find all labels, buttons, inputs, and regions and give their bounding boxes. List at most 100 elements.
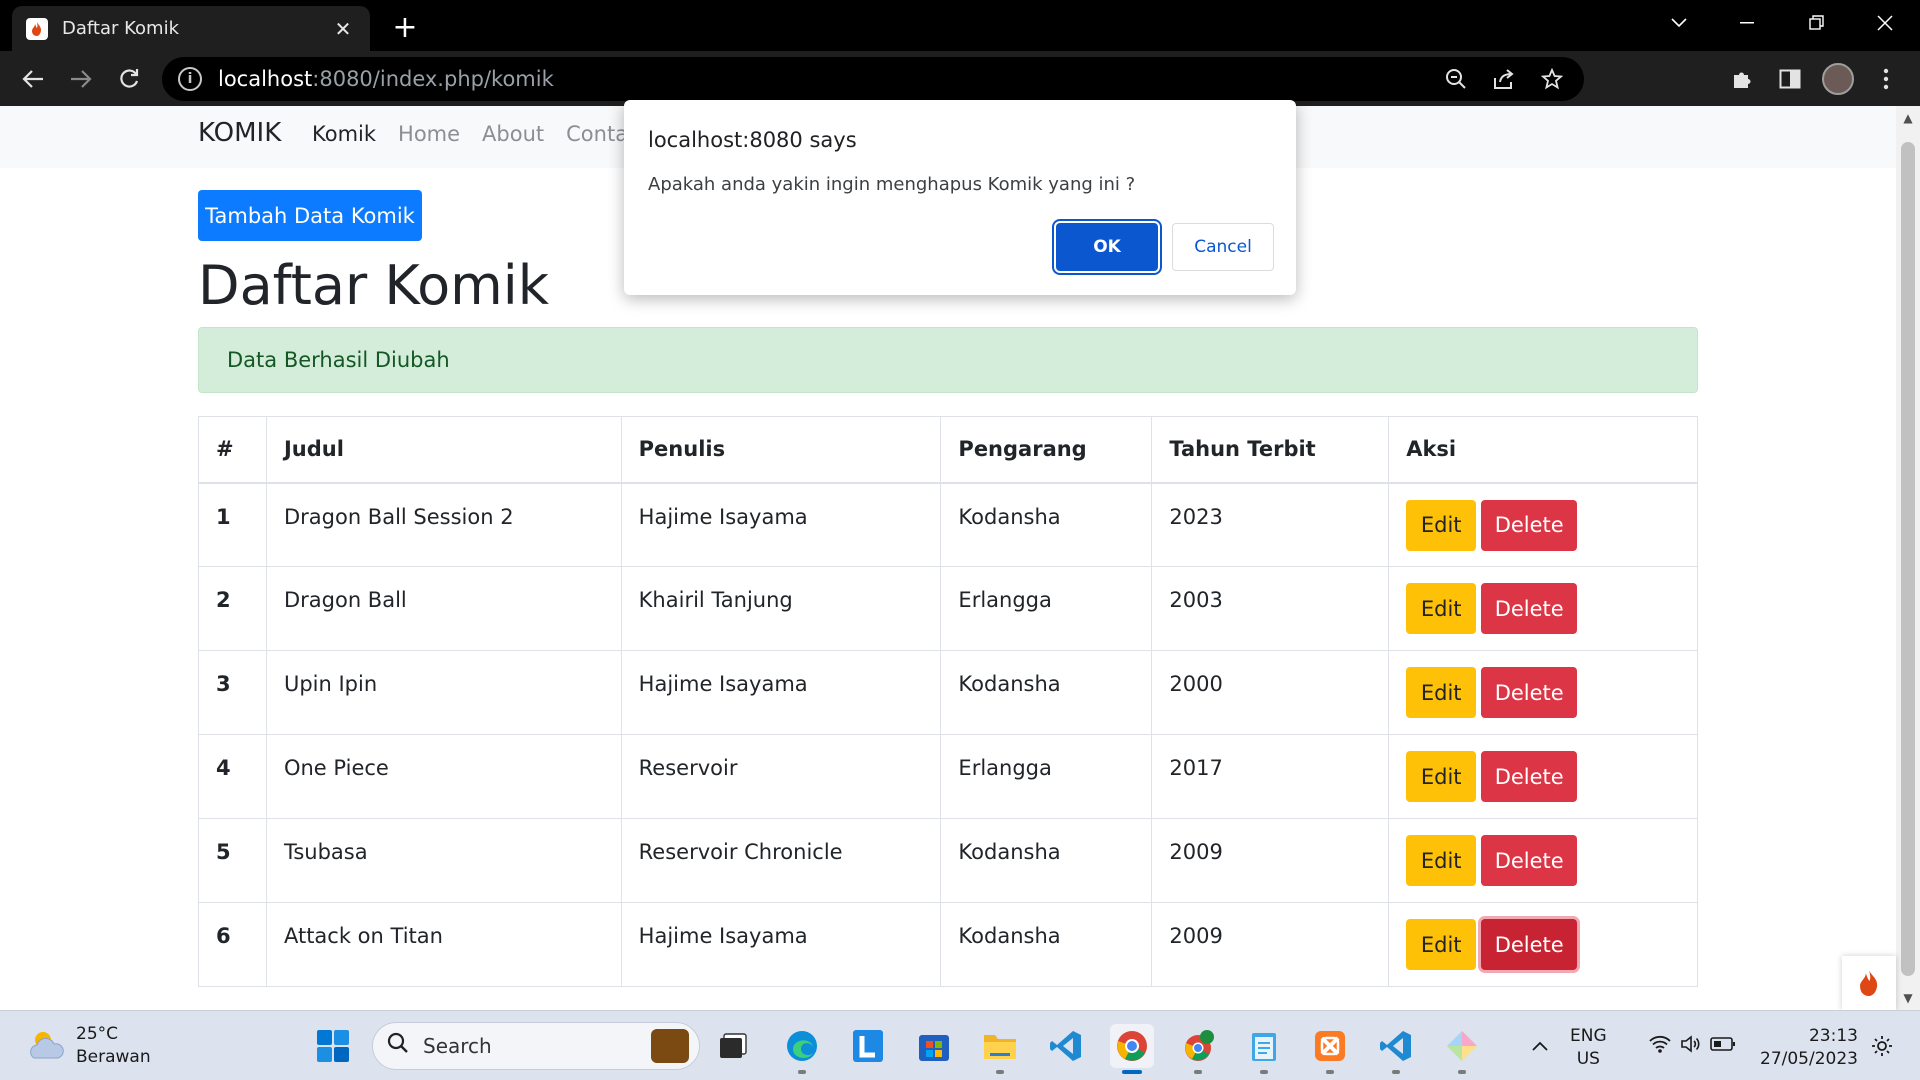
- vscode-second-icon[interactable]: [1374, 1024, 1418, 1074]
- row-tahun: 2017: [1151, 734, 1390, 819]
- delete-button[interactable]: Delete: [1481, 499, 1578, 551]
- microsoft-store-icon[interactable]: [912, 1024, 956, 1068]
- dialog-cancel-button[interactable]: Cancel: [1172, 223, 1274, 271]
- tray-overflow-chevron-icon[interactable]: [1518, 1024, 1562, 1068]
- row-pengarang: Kodansha: [940, 818, 1153, 903]
- file-explorer-icon[interactable]: [978, 1024, 1022, 1074]
- row-pengarang: Kodansha: [940, 650, 1153, 735]
- input-language-indicator[interactable]: ENG US: [1570, 1025, 1607, 1071]
- browser-toolbar: i localhost:8080/index.php/komik: [0, 51, 1920, 106]
- extensions-puzzle-icon[interactable]: [1722, 60, 1762, 98]
- windows-start-icon[interactable]: [311, 1024, 355, 1068]
- side-panel-icon[interactable]: [1770, 60, 1810, 98]
- delete-button[interactable]: Delete: [1481, 835, 1578, 886]
- row-penulis: Hajime Isayama: [620, 902, 942, 987]
- weather-condition: Berawan: [76, 1047, 151, 1067]
- edit-button[interactable]: Edit: [1406, 667, 1477, 718]
- delete-button[interactable]: Delete: [1481, 667, 1578, 718]
- browser-menu-kebab-icon[interactable]: [1866, 60, 1906, 98]
- row-number: 6: [198, 902, 267, 987]
- row-judul: Tsubasa: [265, 818, 622, 903]
- tab-search-chevron-icon[interactable]: [1656, 6, 1702, 40]
- windows-taskbar: 25°C Berawan Search ENG US 23:13 27/05/2…: [0, 1010, 1920, 1080]
- weather-widget[interactable]: 25°C Berawan: [26, 1023, 151, 1069]
- chrome-browser-icon-active[interactable]: [1110, 1024, 1154, 1074]
- clock-time: 23:13: [1808, 1026, 1858, 1046]
- share-icon[interactable]: [1480, 60, 1528, 98]
- table-row: 2 Dragon Ball Khairil Tanjung Erlangga 2…: [198, 566, 1698, 651]
- forward-arrow-icon[interactable]: [62, 60, 100, 98]
- profile-avatar[interactable]: [1818, 60, 1858, 98]
- row-judul: Upin Ipin: [265, 650, 622, 735]
- edit-button[interactable]: Edit: [1406, 583, 1477, 634]
- delete-button[interactable]: Delete: [1481, 751, 1578, 802]
- notifications-settings-icon[interactable]: [1860, 1024, 1904, 1068]
- nav-link-komik[interactable]: Komik: [312, 122, 376, 146]
- battery-icon: [1710, 1036, 1736, 1056]
- row-tahun: 2009: [1151, 902, 1390, 987]
- bookmark-star-icon[interactable]: [1528, 60, 1576, 98]
- edge-browser-icon[interactable]: [780, 1024, 824, 1074]
- clock[interactable]: 23:13 27/05/2023: [1760, 1025, 1858, 1071]
- scroll-up-arrow-icon[interactable]: ▲: [1896, 106, 1920, 130]
- vscode-icon[interactable]: [1044, 1024, 1088, 1068]
- address-url[interactable]: localhost:8080/index.php/komik: [218, 67, 554, 91]
- table-row: 3 Upin Ipin Hajime Isayama Kodansha 2000…: [198, 650, 1698, 735]
- add-comic-button[interactable]: Tambah Data Komik: [198, 190, 422, 241]
- address-bar[interactable]: i localhost:8080/index.php/komik: [162, 57, 1584, 101]
- zoom-magnifier-icon[interactable]: [1432, 60, 1480, 98]
- codeigniter-debug-toolbar-icon[interactable]: [1842, 956, 1896, 1010]
- row-pengarang: Kodansha: [940, 902, 1153, 987]
- table-row: 6 Attack on Titan Hajime Isayama Kodansh…: [198, 902, 1698, 987]
- delete-button[interactable]: Delete: [1481, 583, 1578, 634]
- dialog-ok-button[interactable]: OK: [1056, 223, 1158, 271]
- delete-button-focused[interactable]: Delete: [1481, 919, 1578, 970]
- minimize-window-icon[interactable]: [1724, 6, 1770, 40]
- clock-date: 27/05/2023: [1760, 1049, 1858, 1069]
- lark-app-icon[interactable]: [846, 1024, 890, 1068]
- row-actions: Edit Delete: [1388, 482, 1698, 567]
- close-tab-icon[interactable]: ✕: [330, 16, 356, 42]
- row-number: 1: [198, 482, 267, 567]
- weather-temperature: 25°C: [76, 1024, 119, 1044]
- restore-window-icon[interactable]: [1794, 6, 1840, 40]
- task-view-icon[interactable]: [711, 1024, 755, 1068]
- scroll-thumb[interactable]: [1901, 142, 1915, 976]
- search-icon: [387, 1032, 409, 1060]
- nav-link-home[interactable]: Home: [398, 122, 460, 146]
- wifi-icon: [1648, 1034, 1672, 1058]
- notepad-icon[interactable]: [1242, 1024, 1286, 1074]
- edit-button[interactable]: Edit: [1406, 751, 1477, 802]
- confirm-dialog: localhost:8080 says Apakah anda yakin in…: [624, 100, 1296, 295]
- browser-tab-daftar-komik[interactable]: Daftar Komik ✕: [12, 6, 370, 51]
- new-tab-plus-icon[interactable]: +: [388, 10, 422, 45]
- chrome-profile-w-icon[interactable]: [1176, 1024, 1220, 1074]
- xampp-icon[interactable]: [1308, 1024, 1352, 1074]
- row-penulis: Khairil Tanjung: [620, 566, 942, 651]
- scroll-down-arrow-icon[interactable]: ▼: [1896, 986, 1920, 1010]
- page-scrollbar[interactable]: ▲ ▼: [1896, 106, 1920, 1010]
- row-pengarang: Erlangga: [940, 734, 1153, 819]
- git-diamond-icon[interactable]: [1440, 1024, 1484, 1074]
- row-penulis: Hajime Isayama: [620, 482, 942, 567]
- reload-icon[interactable]: [110, 60, 148, 98]
- row-number: 3: [198, 650, 267, 735]
- back-arrow-icon[interactable]: [14, 60, 52, 98]
- row-actions: Edit Delete: [1388, 818, 1698, 903]
- edit-button[interactable]: Edit: [1406, 835, 1477, 886]
- search-placeholder: Search: [423, 1034, 492, 1058]
- dialog-message: Apakah anda yakin ingin menghapus Komik …: [648, 174, 1136, 195]
- row-penulis: Reservoir: [620, 734, 942, 819]
- site-info-icon[interactable]: i: [178, 67, 202, 91]
- navbar-brand[interactable]: KOMIK: [198, 118, 281, 148]
- volume-icon: [1680, 1034, 1702, 1058]
- taskbar-search-box[interactable]: Search: [372, 1022, 700, 1070]
- edit-button[interactable]: Edit: [1406, 499, 1477, 551]
- edit-button[interactable]: Edit: [1406, 919, 1477, 970]
- search-highlight-briefcase-icon: [651, 1029, 689, 1063]
- codeigniter-flame-icon: [26, 17, 48, 40]
- close-window-icon[interactable]: [1862, 6, 1908, 40]
- quick-settings[interactable]: [1630, 1024, 1754, 1068]
- nav-link-about[interactable]: About: [482, 122, 544, 146]
- row-number: 5: [198, 818, 267, 903]
